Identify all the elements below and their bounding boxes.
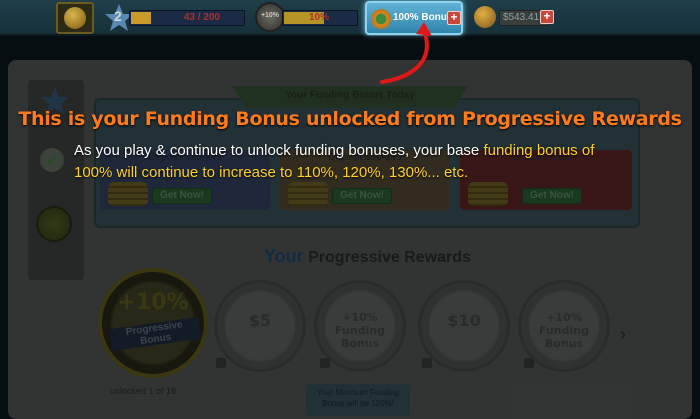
add-funds-button[interactable]: + — [540, 10, 554, 24]
level-number: 2 — [114, 8, 122, 24]
funding-progress-text: 10% — [309, 12, 330, 23]
tutorial-headline: This is your Funding Bonus unlocked from… — [18, 108, 682, 130]
funding-bonus-badge-text: +10% — [260, 12, 280, 19]
top-bar: 2 43 / 200 +10% 10% 100% Bonus + $543.41… — [0, 0, 700, 36]
tutorial-body-text: As you play & continue to unlock funding… — [74, 142, 484, 159]
avatar[interactable] — [56, 2, 94, 34]
tutorial-overlay[interactable] — [0, 36, 700, 419]
funding-bonus-badge[interactable]: +10% — [255, 2, 285, 32]
xp-progress-bar: 43 / 200 — [129, 10, 245, 26]
xp-progress-fill — [131, 12, 152, 24]
tutorial-body: As you play & continue to unlock funding… — [74, 140, 634, 184]
pointer-arrow-icon — [380, 22, 432, 84]
funding-progress-bar: 10% — [282, 10, 358, 26]
balance-value: $543.41 — [503, 12, 540, 23]
coin-icon — [474, 6, 496, 28]
xp-progress-text: 43 / 200 — [183, 12, 220, 23]
